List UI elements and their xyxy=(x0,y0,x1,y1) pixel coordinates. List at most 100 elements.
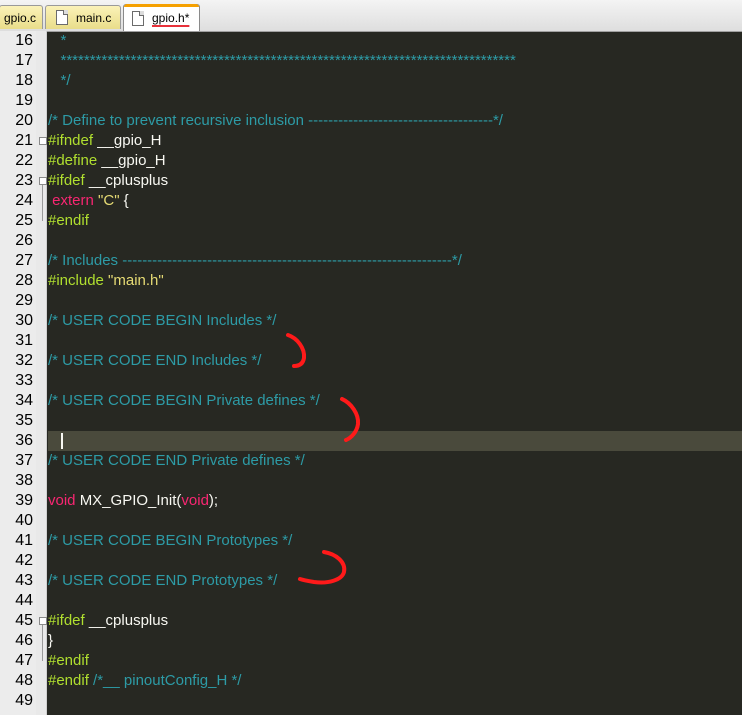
code-token: ); xyxy=(208,492,219,509)
line-number: 37 xyxy=(15,452,33,469)
code-token: "main.h" xyxy=(108,272,164,289)
line-number: 22 xyxy=(15,152,33,169)
line-number: 44 xyxy=(15,592,33,609)
line-number: 29 xyxy=(15,292,33,309)
code-token: /* USER CODE BEGIN Prototypes */ xyxy=(48,532,293,549)
code-line[interactable] xyxy=(48,471,742,491)
line-number: 35 xyxy=(15,412,33,429)
code-line[interactable] xyxy=(48,371,742,391)
fold-toggle[interactable] xyxy=(39,617,47,625)
code-line[interactable]: */ xyxy=(48,71,742,91)
code-line[interactable]: } xyxy=(48,631,742,651)
code-token: __cplusplus xyxy=(88,612,169,629)
line-number: 16 xyxy=(15,32,33,49)
code-line[interactable] xyxy=(48,291,742,311)
code-token: /* Define to prevent recursive inclusion… xyxy=(48,112,503,129)
tab-label: gpio.h* xyxy=(152,11,190,25)
code-line[interactable]: /* USER CODE BEGIN Private defines */ xyxy=(48,391,742,411)
code-line[interactable]: #endif xyxy=(48,211,742,231)
code-line[interactable] xyxy=(48,591,742,611)
line-number: 23 xyxy=(15,172,33,189)
code-line[interactable] xyxy=(48,691,742,711)
code-line[interactable] xyxy=(48,91,742,111)
code-line[interactable]: /* USER CODE END Prototypes */ xyxy=(48,571,742,591)
code-line[interactable]: /* Includes ----------------------------… xyxy=(48,251,742,271)
tab-gpio-c[interactable]: gpio.c xyxy=(0,5,43,29)
code-token: #ifdef xyxy=(48,172,89,189)
line-number: 17 xyxy=(15,52,33,69)
code-line[interactable]: #ifdef __cplusplus xyxy=(48,171,742,191)
code-line[interactable]: /* USER CODE BEGIN Prototypes */ xyxy=(48,531,742,551)
tab-gpio-h[interactable]: gpio.h* xyxy=(123,4,200,31)
line-number: 25 xyxy=(15,212,33,229)
code-token: { xyxy=(119,192,129,209)
code-token: /* USER CODE END Prototypes */ xyxy=(48,572,278,589)
line-number: 45 xyxy=(15,612,33,629)
fold-margin[interactable] xyxy=(36,31,47,715)
code-token: __gpio_H xyxy=(97,132,162,149)
line-number: 43 xyxy=(15,572,33,589)
code-token: } xyxy=(48,632,54,649)
code-line[interactable]: * xyxy=(48,31,742,51)
code-token: */ xyxy=(48,72,71,89)
line-number: 18 xyxy=(15,72,33,89)
code-token: MX_GPIO_Init( xyxy=(79,492,182,509)
code-line[interactable]: /* USER CODE END Includes */ xyxy=(48,351,742,371)
line-number: 28 xyxy=(15,272,33,289)
code-token: #ifdef xyxy=(48,612,89,629)
line-number: 33 xyxy=(15,372,33,389)
line-number: 38 xyxy=(15,472,33,489)
code-line[interactable]: #endif xyxy=(48,651,742,671)
code-line[interactable]: #ifndef __gpio_H xyxy=(48,131,742,151)
code-token: extern xyxy=(48,192,99,209)
line-number: 41 xyxy=(15,532,33,549)
line-number: 21 xyxy=(15,132,33,149)
code-token: /* USER CODE END Includes */ xyxy=(48,352,262,369)
code-token: void xyxy=(181,492,209,509)
code-token: "C" xyxy=(98,192,120,209)
code-line[interactable] xyxy=(48,411,742,431)
code-line[interactable]: /* Define to prevent recursive inclusion… xyxy=(48,111,742,131)
line-number: 49 xyxy=(15,692,33,709)
line-number: 31 xyxy=(15,332,33,349)
code-line[interactable]: #define __gpio_H xyxy=(48,151,742,171)
code-line[interactable]: #ifdef __cplusplus xyxy=(48,611,742,631)
line-number: 20 xyxy=(15,112,33,129)
code-line[interactable]: #include "main.h" xyxy=(48,271,742,291)
code-line[interactable] xyxy=(48,551,742,571)
code-line[interactable] xyxy=(48,231,742,251)
line-number: 24 xyxy=(15,192,33,209)
code-token: * xyxy=(48,32,67,49)
tab-bar: gpio.c main.c gpio.h* xyxy=(0,0,742,32)
line-number: 32 xyxy=(15,352,33,369)
code-line[interactable]: /* USER CODE END Private defines */ xyxy=(48,451,742,471)
fold-line xyxy=(42,185,43,221)
line-number: 39 xyxy=(15,492,33,509)
code-token: void xyxy=(48,492,80,509)
code-line-current[interactable] xyxy=(48,431,742,451)
line-number: 30 xyxy=(15,312,33,329)
code-token: /* USER CODE BEGIN Private defines */ xyxy=(48,392,320,409)
code-token: /* USER CODE BEGIN Includes */ xyxy=(48,312,277,329)
fold-toggle[interactable] xyxy=(39,137,47,145)
fold-toggle[interactable] xyxy=(39,177,47,185)
code-token: #endif xyxy=(48,652,89,669)
line-number: 27 xyxy=(15,252,33,269)
code-editor[interactable]: * **************************************… xyxy=(48,31,742,715)
code-token: ****************************************… xyxy=(48,52,516,69)
file-icon xyxy=(56,10,68,25)
line-number: 34 xyxy=(15,392,33,409)
code-line[interactable] xyxy=(48,331,742,351)
line-number: 36 xyxy=(15,432,33,449)
code-line[interactable]: /* USER CODE BEGIN Includes */ xyxy=(48,311,742,331)
code-line[interactable]: void MX_GPIO_Init(void); xyxy=(48,491,742,511)
tab-main-c[interactable]: main.c xyxy=(45,5,121,29)
code-token: /*__ pinoutConfig_H */ xyxy=(93,672,242,689)
line-number: 48 xyxy=(15,672,33,689)
line-number: 46 xyxy=(15,632,33,649)
code-line[interactable]: extern "C" { xyxy=(48,191,742,211)
code-line[interactable] xyxy=(48,511,742,531)
code-line[interactable]: #endif /*__ pinoutConfig_H */ xyxy=(48,671,742,691)
text-cursor xyxy=(61,433,63,449)
code-line[interactable]: ****************************************… xyxy=(48,51,742,71)
